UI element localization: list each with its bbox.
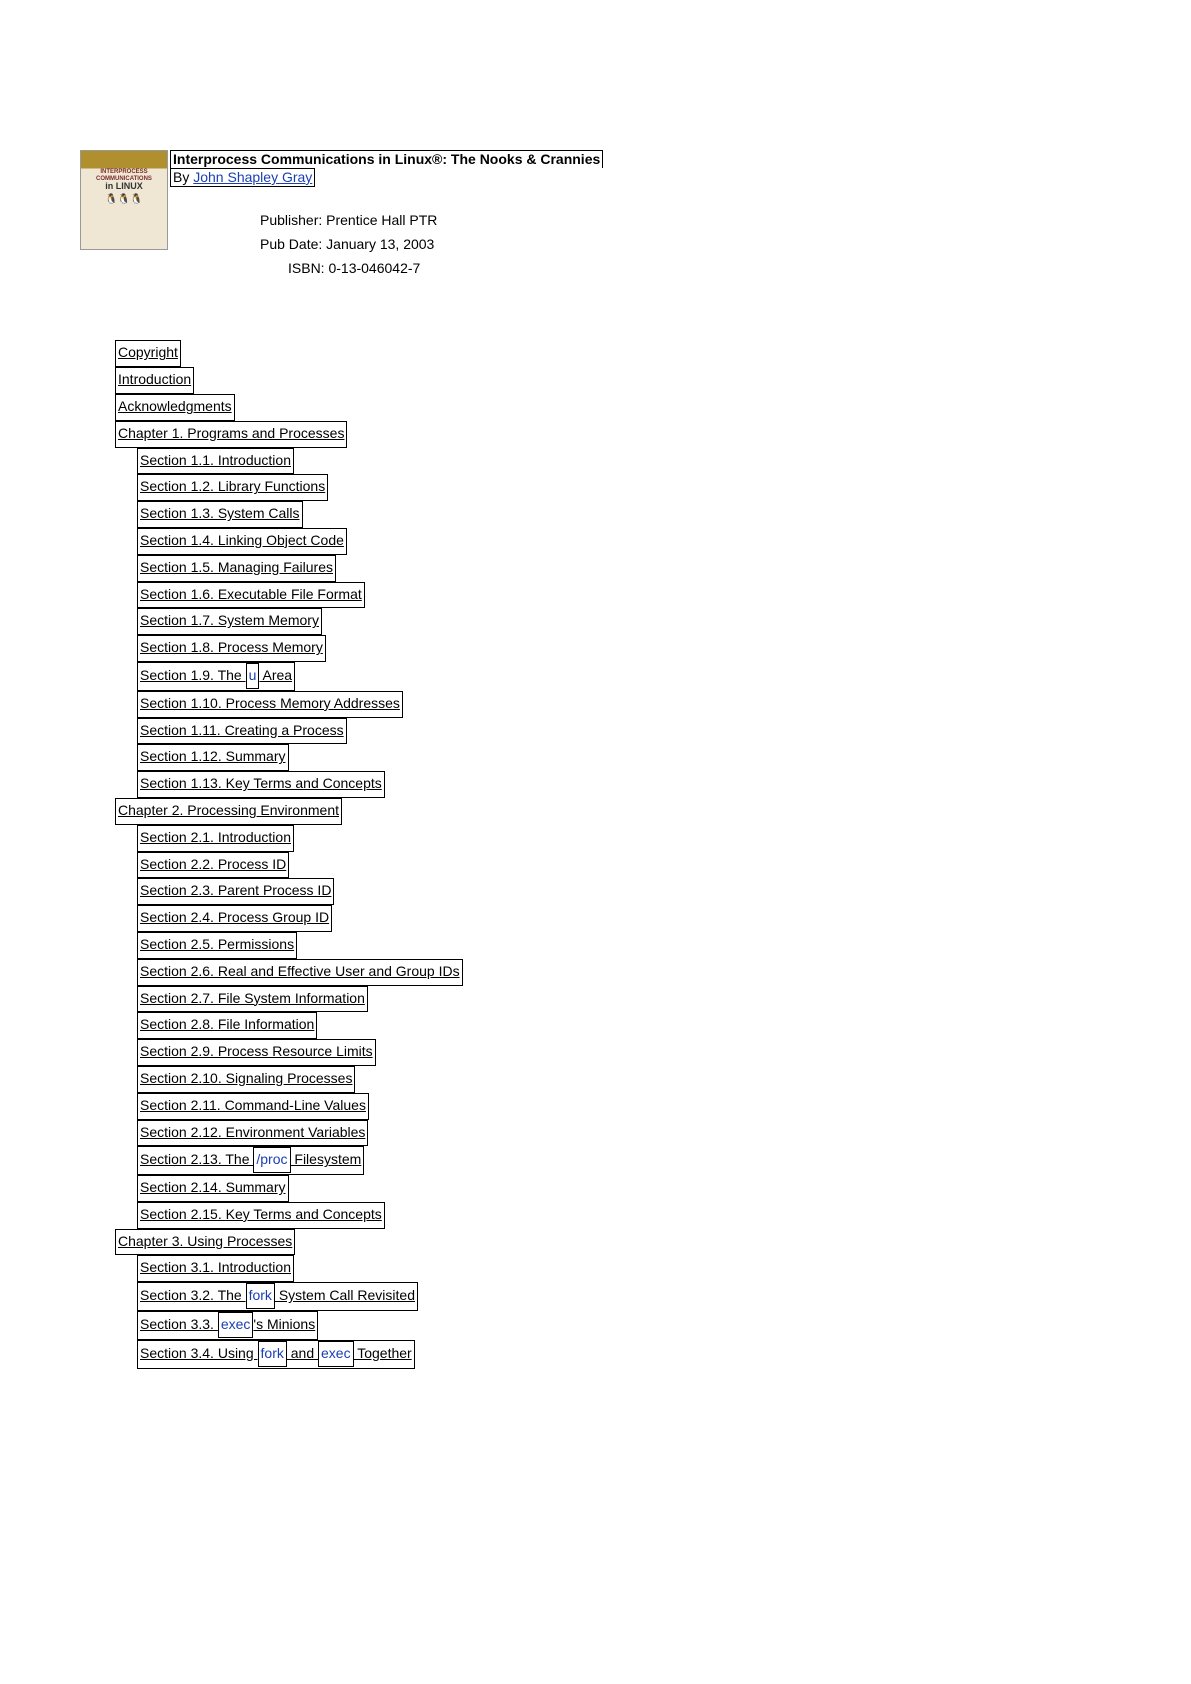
byline: By John Shapley Gray	[170, 168, 603, 187]
toc-ch2-s3-link[interactable]: Section 2.3. Parent Process ID	[140, 882, 331, 898]
toc-ch3-s1-link[interactable]: Section 3.1. Introduction	[140, 1259, 291, 1275]
toc-ch1-s5-link[interactable]: Section 1.5. Managing Failures	[140, 559, 333, 575]
toc-ch2-s15-link[interactable]: Section 2.15. Key Terms and Concepts	[140, 1206, 382, 1222]
cover-line-1: INTERPROCESS	[100, 169, 147, 176]
kw-fork-2: fork	[258, 1341, 287, 1367]
toc-ch1-s10-link[interactable]: Section 1.10. Process Memory Addresses	[140, 695, 400, 711]
toc-ch1-s12-link[interactable]: Section 1.12. Summary	[140, 748, 286, 764]
k: u	[246, 663, 260, 689]
toc-ch1-s7-link[interactable]: Section 1.7. System Memory	[140, 612, 319, 628]
toc-ch3-link[interactable]: Chapter 3. Using Processes	[118, 1233, 292, 1249]
toc-ch3-s4-link[interactable]: Section 3.4. Using fork and exec Togethe…	[140, 1345, 412, 1361]
toc-ch1-s3-link[interactable]: Section 1.3. System Calls	[140, 505, 300, 521]
toc-ch2-s2-link[interactable]: Section 2.2. Process ID	[140, 856, 286, 872]
isbn: ISBN: 0-13-046042-7	[288, 257, 603, 281]
toc-ch3-s2-link[interactable]: Section 3.2. The fork System Call Revisi…	[140, 1287, 415, 1303]
toc-ch2-s1-link[interactable]: Section 2.1. Introduction	[140, 829, 291, 845]
toc-ch2-s11-link[interactable]: Section 2.11. Command-Line Values	[140, 1097, 366, 1113]
toc-copyright-link[interactable]: Copyright	[118, 344, 178, 360]
toc-ch2-s8-link[interactable]: Section 2.8. File Information	[140, 1016, 314, 1032]
cover-art-icon: 🐧🐧🐧	[105, 194, 142, 205]
toc-ch2-s4-link[interactable]: Section 2.4. Process Group ID	[140, 909, 329, 925]
by-label: By	[173, 169, 193, 185]
kw-exec-2: exec	[318, 1341, 354, 1367]
toc-ch2-s5-link[interactable]: Section 2.5. Permissions	[140, 936, 294, 952]
toc-ch2-s9-link[interactable]: Section 2.9. Process Resource Limits	[140, 1043, 373, 1059]
header-text: Interprocess Communications in Linux®: T…	[170, 150, 603, 280]
toc-ch1-s13-link[interactable]: Section 1.13. Key Terms and Concepts	[140, 775, 382, 791]
toc-ch2-s13-link[interactable]: Section 2.13. The /proc Filesystem	[140, 1151, 361, 1167]
toc-ch2-s6-link[interactable]: Section 2.6. Real and Effective User and…	[140, 963, 460, 979]
toc-ch2-s14-link[interactable]: Section 2.14. Summary	[140, 1179, 286, 1195]
author-link[interactable]: John Shapley Gray	[193, 169, 312, 185]
toc-ch1-s2-link[interactable]: Section 1.2. Library Functions	[140, 478, 325, 494]
kw-proc: /proc	[253, 1147, 290, 1173]
toc-ch1-s1-link[interactable]: Section 1.1. Introduction	[140, 452, 291, 468]
book-title: Interprocess Communications in Linux®: T…	[170, 150, 603, 168]
book-cover-image: INTERPROCESS COMMUNICATIONS in LINUX 🐧🐧🐧	[80, 150, 168, 250]
toc-ch1-s9-link[interactable]: Section 1.9. The u Area	[140, 667, 292, 683]
kw-exec: exec	[218, 1312, 254, 1338]
toc-acknowledgments-link[interactable]: Acknowledgments	[118, 398, 232, 414]
toc-ch1-s11-link[interactable]: Section 1.11. Creating a Process	[140, 722, 344, 738]
kw-fork: fork	[246, 1283, 275, 1309]
toc-ch1-link[interactable]: Chapter 1. Programs and Processes	[118, 425, 344, 441]
toc-ch1-s8-link[interactable]: Section 1.8. Process Memory	[140, 639, 323, 655]
toc-ch2-link[interactable]: Chapter 2. Processing Environment	[118, 802, 339, 818]
toc-ch3-s3-link[interactable]: Section 3.3. exec's Minions	[140, 1316, 315, 1332]
toc-ch2-s7-link[interactable]: Section 2.7. File System Information	[140, 990, 365, 1006]
toc-introduction-link[interactable]: Introduction	[118, 371, 191, 387]
publication-info: Publisher: Prentice Hall PTR Pub Date: J…	[260, 209, 603, 280]
toc-ch1-s4-link[interactable]: Section 1.4. Linking Object Code	[140, 532, 344, 548]
toc-ch1-s6-link[interactable]: Section 1.6. Executable File Format	[140, 586, 362, 602]
page: INTERPROCESS COMMUNICATIONS in LINUX 🐧🐧🐧…	[0, 0, 1191, 1429]
cover-line-3: in LINUX	[105, 182, 143, 192]
table-of-contents: Copyright Introduction Acknowledgments C…	[115, 340, 1111, 1368]
pub-date: Pub Date: January 13, 2003	[260, 233, 603, 257]
publisher: Publisher: Prentice Hall PTR	[260, 209, 603, 233]
toc-ch2-s10-link[interactable]: Section 2.10. Signaling Processes	[140, 1070, 352, 1086]
book-header: INTERPROCESS COMMUNICATIONS in LINUX 🐧🐧🐧…	[80, 150, 1111, 280]
toc-ch2-s12-link[interactable]: Section 2.12. Environment Variables	[140, 1124, 365, 1140]
